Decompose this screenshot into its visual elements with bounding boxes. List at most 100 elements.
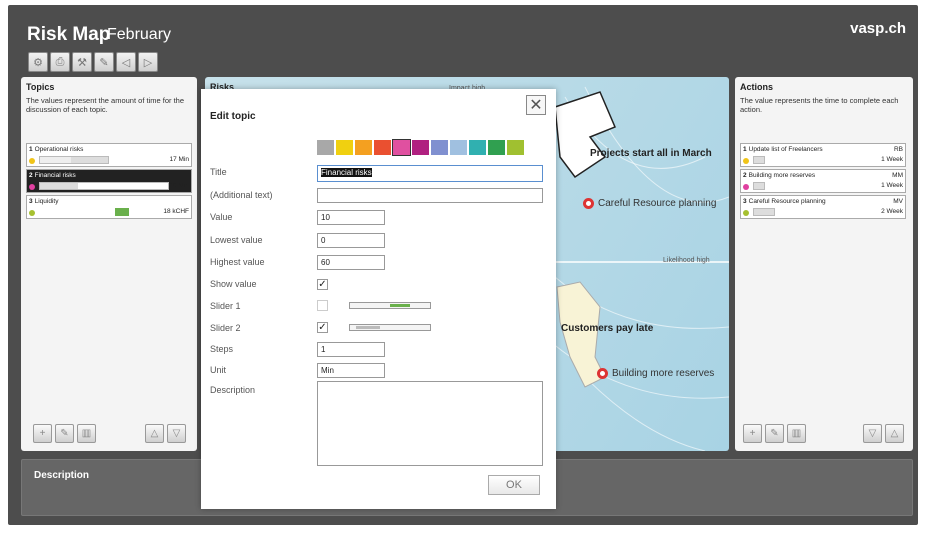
move-up-icon[interactable]: △ (145, 424, 164, 443)
action-marker-resource-planning[interactable]: Careful Resource planning (583, 198, 716, 209)
move-up-icon[interactable]: △ (885, 424, 904, 443)
action-marker-reserves[interactable]: Building more reserves (597, 368, 714, 379)
print-icon[interactable]: ⎙ (50, 52, 70, 72)
color-swatch-blue[interactable] (431, 140, 448, 155)
topic-num: 3 (29, 198, 33, 205)
lowest-value-label: Lowest value (210, 235, 263, 245)
ok-button[interactable]: OK (488, 475, 540, 495)
slider1-checkbox[interactable] (317, 300, 328, 311)
topic-bar-fill (40, 183, 79, 189)
slider1-label: Slider 1 (210, 301, 241, 311)
color-swatch-teal[interactable] (469, 140, 486, 155)
action-item-1[interactable]: 1 Update list of Freelancers RB 1 Week (740, 143, 906, 167)
title-label: Title (210, 167, 227, 177)
show-value-label: Show value (210, 279, 257, 289)
action-bar (753, 156, 765, 164)
app-subtitle: February (107, 26, 172, 43)
action-owner: RB (893, 146, 903, 153)
slider2-track[interactable] (349, 324, 431, 331)
topics-title: Topics (26, 82, 55, 92)
show-value-checkbox[interactable]: ✓ (317, 279, 328, 290)
topic-item-3[interactable]: 3 Liquidity 18 kCHF (26, 195, 192, 219)
additional-text-label: (Additional text) (210, 190, 273, 200)
slider1-track[interactable] (349, 302, 431, 309)
color-swatch-orange[interactable] (355, 140, 372, 155)
value-input[interactable]: 10 (317, 210, 385, 225)
topic-label: Financial risks (34, 172, 76, 179)
color-swatch-gray[interactable] (317, 140, 334, 155)
actions-panel: Actions The value represents the time to… (735, 77, 913, 451)
back-icon[interactable]: ◁ (116, 52, 136, 72)
color-swatch-light-blue[interactable] (450, 140, 467, 155)
actions-order-buttons: ▽ △ (863, 424, 904, 443)
action-color-dot (743, 210, 749, 216)
topic-color-dot (29, 184, 35, 190)
contour-line (584, 376, 706, 451)
add-icon[interactable]: + (33, 424, 52, 443)
action-color-dot (743, 184, 749, 190)
highest-value-label: Highest value (210, 257, 265, 267)
action-item-2[interactable]: 2 Building more reserves MM 1 Week (740, 169, 906, 193)
topic-label: Operational risks (34, 146, 84, 153)
action-bar (753, 208, 775, 216)
highest-value-input[interactable]: 60 (317, 255, 385, 270)
topic-bar (39, 156, 109, 164)
topic-num: 2 (29, 172, 33, 179)
slider1-fill (390, 304, 410, 307)
action-label: Careful Resource planning (748, 198, 826, 205)
color-swatch-lime[interactable] (507, 140, 524, 155)
actions-title: Actions (740, 82, 774, 92)
edit-icon[interactable]: ✎ (765, 424, 784, 443)
move-down-icon[interactable]: ▽ (167, 424, 186, 443)
lifebuoy-icon (583, 198, 594, 209)
action-marker-label: Careful Resource planning (598, 198, 717, 209)
action-num: 2 (743, 172, 747, 179)
slider2-checkbox[interactable]: ✓ (317, 322, 328, 333)
color-swatch-magenta[interactable] (412, 140, 429, 155)
edit-icon[interactable]: ✎ (55, 424, 74, 443)
color-swatch-red[interactable] (374, 140, 391, 155)
color-swatches (317, 139, 526, 156)
risk-label-projects[interactable]: Projects start all in March (590, 148, 712, 159)
edit-topic-dialog: Edit topic ✕ Title Financial risks (Addi… (201, 89, 556, 509)
topics-description: The values represent the amount of time … (26, 96, 185, 114)
slider2-fill (356, 326, 380, 329)
edit-icon[interactable]: ✎ (94, 52, 114, 72)
topic-bar (115, 208, 129, 216)
action-bar (753, 182, 765, 190)
lowest-value-input[interactable]: 0 (317, 233, 385, 248)
color-swatch-green[interactable] (488, 140, 505, 155)
additional-text-input[interactable] (317, 188, 543, 203)
delete-icon[interactable]: ▥ (77, 424, 96, 443)
color-swatch-pink[interactable] (392, 139, 411, 156)
move-down-icon[interactable]: ▽ (863, 424, 882, 443)
steps-input[interactable]: 1 (317, 342, 385, 357)
topic-item-2[interactable]: 2 Financial risks 10 Min (26, 169, 192, 193)
risk-label-customers[interactable]: Customers pay late (561, 323, 653, 334)
action-value: 1 Week (881, 182, 903, 189)
topic-bar-fill (40, 157, 71, 163)
unit-input[interactable]: Min (317, 363, 385, 378)
gear-icon[interactable]: ⚙ (28, 52, 48, 72)
topics-buttons: + ✎ ▥ (33, 424, 96, 443)
topic-item-1[interactable]: 1 Operational risks 17 Min (26, 143, 192, 167)
actions-description: The value represents the time to complet… (740, 96, 899, 114)
add-icon[interactable]: + (743, 424, 762, 443)
action-color-dot (743, 158, 749, 164)
title-input-value: Financial risks (321, 168, 372, 177)
topic-value: 10 Min (169, 182, 189, 189)
title-input[interactable]: Financial risks (317, 165, 543, 182)
brand: vasp.ch (850, 20, 906, 37)
tools-icon[interactable]: ⚒ (72, 52, 92, 72)
action-num: 3 (743, 198, 747, 205)
action-item-3[interactable]: 3 Careful Resource planning MV 2 Week (740, 195, 906, 219)
toolbar: ⚙ ⎙ ⚒ ✎ ◁ ▷ (28, 52, 158, 72)
delete-icon[interactable]: ▥ (787, 424, 806, 443)
close-icon[interactable]: ✕ (526, 95, 546, 115)
value-label: Value (210, 212, 233, 222)
color-swatch-yellow[interactable] (336, 140, 353, 155)
forward-icon[interactable]: ▷ (138, 52, 158, 72)
app-title: Risk Map (27, 24, 111, 45)
action-owner: MV (893, 198, 903, 205)
description-textarea[interactable] (317, 381, 543, 466)
